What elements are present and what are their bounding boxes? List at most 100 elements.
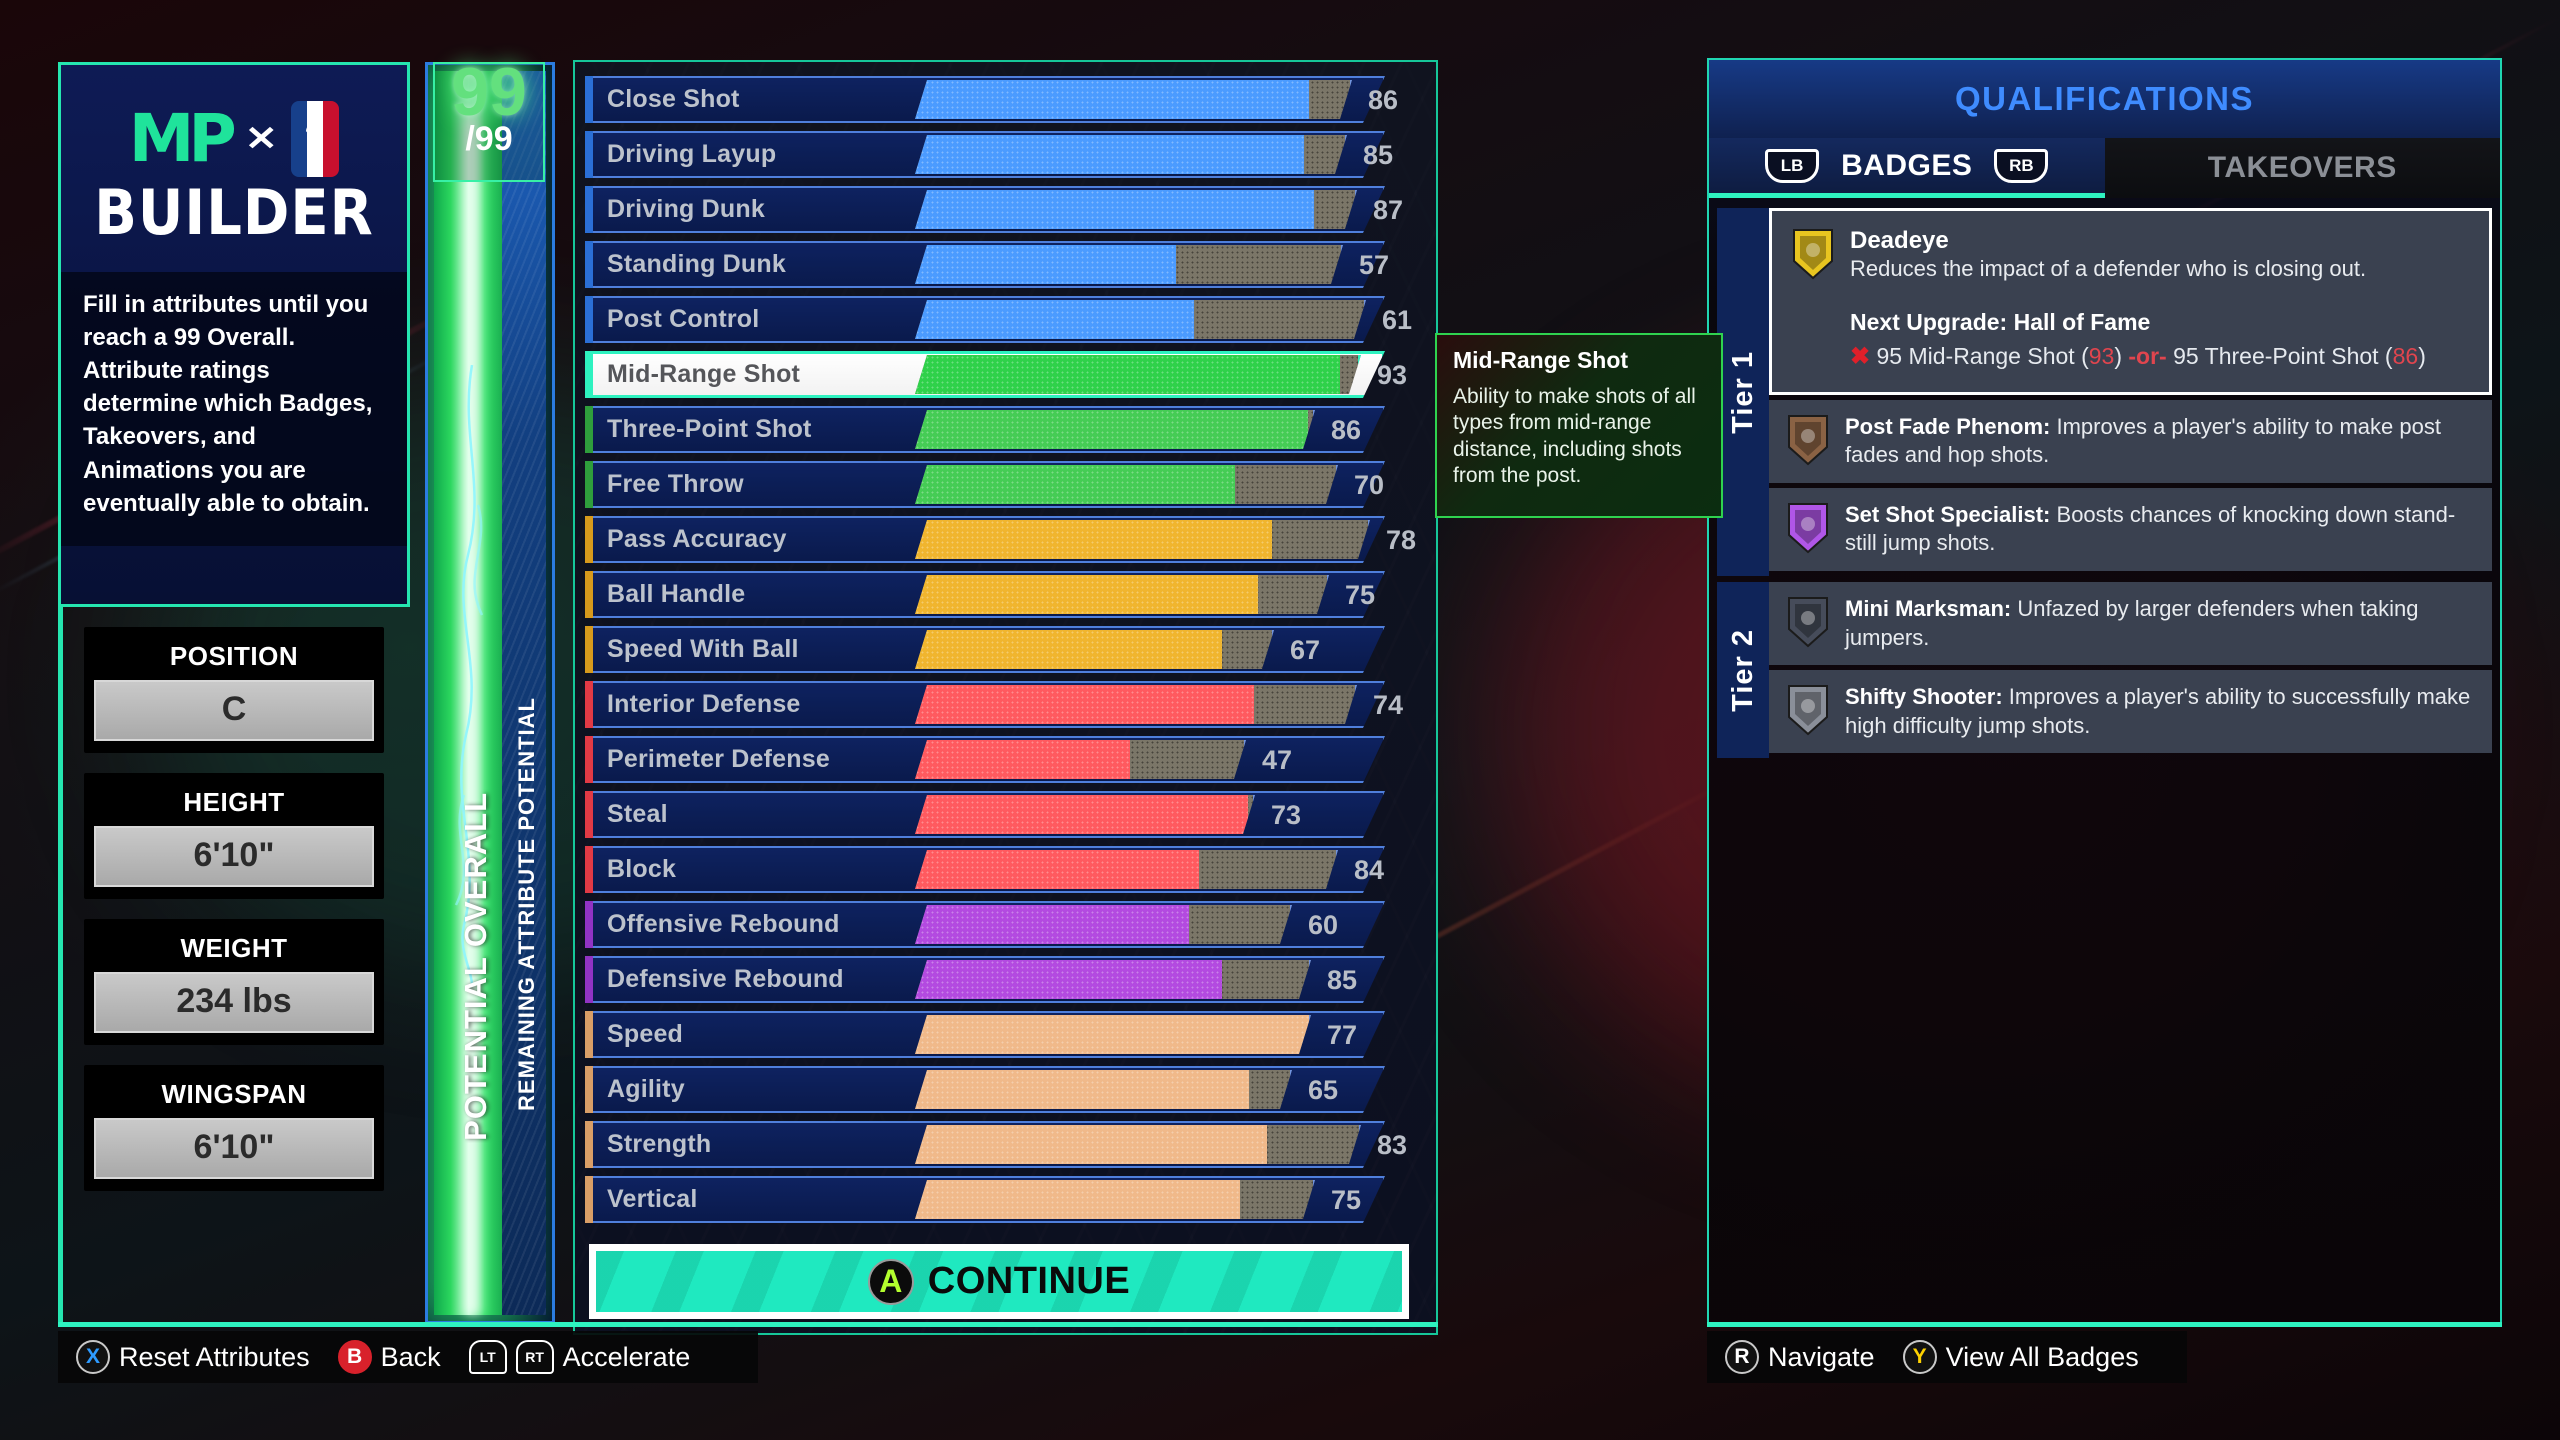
attribute-track [915, 1070, 1292, 1109]
attribute-name: Vertical [607, 1185, 698, 1213]
round-y-icon: Y [1902, 1340, 1937, 1374]
attribute-row[interactable]: Defensive Rebound 85 [585, 956, 1430, 1007]
attribute-fill [915, 190, 1314, 229]
qualifications-tabs: LB BADGES RB TAKEOVERS [1709, 138, 2500, 198]
attribute-name: Steal [607, 800, 668, 828]
attribute-name: Defensive Rebound [607, 965, 844, 993]
rb-bumper-icon: RB [1994, 148, 2049, 183]
attribute-name: Driving Layup [607, 140, 777, 168]
attribute-category-edge [585, 351, 593, 398]
attribute-row[interactable]: Offensive Rebound 60 [585, 901, 1430, 952]
rt-trigger-icon: RT [515, 1340, 554, 1374]
attribute-row[interactable]: Speed With Ball 67 [585, 626, 1430, 677]
spec-block-height[interactable]: HEIGHT 6'10" [84, 773, 384, 899]
attribute-row[interactable]: Perimeter Defense 47 [585, 736, 1430, 787]
attribute-row[interactable]: Pass Accuracy 78 [585, 516, 1430, 567]
attribute-name: Strength [607, 1130, 712, 1158]
attribute-fill [915, 80, 1309, 119]
badge-shield-icon [1788, 685, 1828, 736]
footer-action[interactable]: Y View All Badges [1902, 1340, 2139, 1374]
footer-action[interactable]: LT RT Accelerate [468, 1340, 690, 1374]
attribute-value: 85 [1327, 965, 1358, 995]
badge-name: Deadeye [1850, 227, 1949, 254]
attribute-row[interactable]: Close Shot 86 [585, 76, 1430, 127]
attribute-fill [915, 300, 1194, 339]
attribute-category-edge [585, 516, 593, 563]
attribute-category-edge [585, 791, 593, 838]
footer-action[interactable]: X Reset Attributes [76, 1340, 310, 1374]
badge-icon [1785, 501, 1831, 555]
tier-badges: Deadeye Reduces the impact of a defender … [1769, 208, 2492, 576]
attribute-category-edge [585, 736, 593, 783]
spec-value: C [94, 680, 374, 741]
attribute-row[interactable]: Ball Handle 75 [585, 571, 1430, 622]
tier-label-spine: Tier 1 [1717, 208, 1769, 577]
attribute-track [915, 80, 1352, 119]
attribute-row[interactable]: Mid-Range Shot 93 [585, 351, 1430, 402]
req-b-post: ) [2418, 342, 2426, 369]
tooltip-body: Ability to make shots of all types from … [1453, 385, 1696, 487]
badge-row[interactable]: Shifty Shooter: Improves a player's abil… [1769, 670, 2492, 754]
attribute-track [915, 1180, 1315, 1219]
qualifications-header: QUALIFICATIONS [1709, 60, 2500, 138]
req-or: -or- [2128, 342, 2167, 369]
attribute-fill [915, 575, 1258, 614]
attribute-row[interactable]: Three-Point Shot 86 [585, 406, 1430, 457]
spec-block-wingspan[interactable]: WINGSPAN 6'10" [84, 1065, 384, 1191]
attribute-category-edge [585, 956, 593, 1003]
attribute-fill [915, 410, 1308, 449]
attribute-track [915, 520, 1370, 559]
attribute-category-edge [585, 186, 593, 233]
req-b-pre: 95 Three-Point Shot ( [2173, 342, 2393, 369]
attribute-track [915, 905, 1292, 944]
badge-row[interactable]: Mini Marksman: Unfazed by larger defende… [1769, 582, 2492, 666]
badge-row[interactable]: Post Fade Phenom: Improves a player's ab… [1769, 399, 2492, 483]
badge-name: Post Fade Phenom: [1845, 413, 2051, 439]
badge-icon [1785, 595, 1831, 649]
footer-action-label: Back [380, 1341, 441, 1372]
attribute-value: 83 [1377, 1130, 1408, 1160]
attribute-name: Speed With Ball [607, 635, 799, 663]
attribute-row[interactable]: Post Control 61 [585, 296, 1430, 347]
builder-description: Fill in attributes until you reach a 99 … [83, 291, 373, 517]
nba-logo-icon [291, 101, 340, 177]
attribute-value: 75 [1331, 1185, 1362, 1215]
attribute-value: 60 [1308, 910, 1339, 940]
footer-action[interactable]: R Navigate [1725, 1340, 1875, 1374]
attribute-row[interactable]: Strength 83 [585, 1121, 1430, 1172]
footer-action-label: View All Badges [1945, 1341, 2139, 1372]
attribute-row[interactable]: Steal 73 [585, 791, 1430, 842]
footer-right-rule [1707, 1322, 2502, 1327]
attribute-name: Standing Dunk [607, 250, 786, 278]
attribute-row[interactable]: Block 84 [585, 846, 1430, 897]
attribute-row[interactable]: Driving Dunk 87 [585, 186, 1430, 237]
attributes-list: Close Shot 86 Driving Layup 85 Driving Dunk 8… [585, 76, 1430, 1231]
mp-logo-row: MP ✕ [61, 101, 407, 177]
attribute-row[interactable]: Interior Defense 74 [585, 681, 1430, 732]
remaining-potential-track [502, 71, 546, 1315]
attribute-row[interactable]: Vertical 75 [585, 1176, 1430, 1227]
attribute-row[interactable]: Speed 77 [585, 1011, 1430, 1062]
footer-action[interactable]: B Back [337, 1340, 441, 1374]
attribute-row[interactable]: Driving Layup 85 [585, 131, 1430, 182]
attribute-category-edge [585, 846, 593, 893]
attribute-name: Speed [607, 1020, 684, 1048]
spec-block-position[interactable]: POSITION C [84, 627, 384, 753]
attribute-name: Three-Point Shot [607, 415, 812, 443]
attributes-panel: Close Shot 86 Driving Layup 85 Driving Dunk 8… [573, 60, 1438, 1335]
badge-row-featured[interactable]: Deadeye Reduces the impact of a defender … [1769, 208, 2492, 395]
attribute-row[interactable]: Standing Dunk 57 [585, 241, 1430, 292]
tab-badges[interactable]: LB BADGES RB [1709, 138, 2105, 198]
attribute-track [915, 740, 1246, 779]
spec-block-weight[interactable]: WEIGHT 234 lbs [84, 919, 384, 1045]
remaining-potential-label: REMAINING ATTRIBUTE POTENTIAL [514, 697, 539, 1111]
spec-label: WEIGHT [180, 933, 288, 963]
attribute-track [915, 960, 1311, 999]
attribute-row[interactable]: Free Throw 70 [585, 461, 1430, 512]
tab-takeovers[interactable]: TAKEOVERS [2104, 138, 2500, 198]
attribute-row[interactable]: Agility 65 [585, 1066, 1430, 1117]
attribute-name: Post Control [607, 305, 760, 333]
badge-row[interactable]: Set Shot Specialist: Boosts chances of k… [1769, 487, 2492, 572]
continue-button[interactable]: A CONTINUE [596, 1251, 1402, 1312]
footer-action-label: Navigate [1768, 1341, 1875, 1372]
